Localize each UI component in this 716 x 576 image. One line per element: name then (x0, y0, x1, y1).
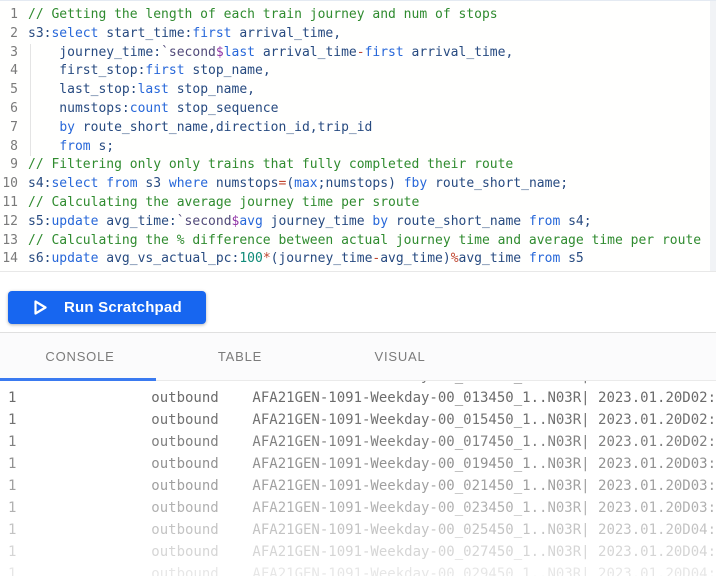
line-number: 9 (0, 156, 18, 175)
result-tabs: CONSOLE TABLE VISUAL (0, 332, 716, 381)
console-row: 1 outbound AFA21GEN-1091-Weekday-00_0254… (8, 519, 716, 541)
code-line: 4 first_stop:first stop_name, (0, 62, 716, 81)
tab-visual-label: VISUAL (374, 349, 425, 364)
line-number: 2 (0, 25, 18, 44)
tab-table-label: TABLE (218, 349, 262, 364)
code-line: 14s6:update avg_vs_actual_pc:100*(journe… (0, 250, 716, 269)
line-number: 1 (0, 6, 18, 25)
code-line: 1// Getting the length of each train jou… (0, 6, 716, 25)
console-output[interactable]: 1 outbound AFA21GEN-1091-Weekday-00_0114… (0, 381, 716, 576)
console-row: 1 outbound AFA21GEN-1091-Weekday-00_0194… (8, 453, 716, 475)
code-line: 7 by route_short_name,direction_id,trip_… (0, 119, 716, 138)
code-line: 10s4:select from s3 where numstops=(max;… (0, 175, 716, 194)
run-scratchpad-button[interactable]: Run Scratchpad (8, 291, 206, 324)
line-number: 10 (0, 175, 18, 194)
console-row: 1 outbound AFA21GEN-1091-Weekday-00_0134… (8, 387, 716, 409)
action-bar: Run Scratchpad (0, 272, 716, 332)
editor-scrollbar[interactable] (710, 1, 716, 271)
line-number: 7 (0, 119, 18, 138)
line-number: 12 (0, 213, 18, 232)
play-icon (34, 300, 47, 315)
console-row: 1 outbound AFA21GEN-1091-Weekday-00_0234… (8, 497, 716, 519)
code-line: 9// Filtering only only trains that full… (0, 156, 716, 175)
tab-console[interactable]: CONSOLE (0, 333, 160, 380)
line-number: 14 (0, 250, 18, 269)
console-row: 1 outbound AFA21GEN-1091-Weekday-00_0294… (8, 563, 716, 576)
run-scratchpad-label: Run Scratchpad (64, 299, 182, 316)
code-line: 2s3:select start_time:first arrival_time… (0, 25, 716, 44)
code-line: 6 numstops:count stop_sequence (0, 100, 716, 119)
code-lines: 1// Getting the length of each train jou… (0, 6, 716, 269)
line-number: 5 (0, 81, 18, 100)
console-row-partial: 1 outbound AFA21GEN-1091-Weekday-00_0114… (8, 381, 716, 387)
code-line: 13// Calculating the % difference betwee… (0, 232, 716, 251)
console-row: 1 outbound AFA21GEN-1091-Weekday-00_0174… (8, 431, 716, 453)
console-partial-row-clip: 1 outbound AFA21GEN-1091-Weekday-00_0114… (8, 381, 716, 387)
code-line: 8 from s; (0, 138, 716, 157)
line-number: 4 (0, 62, 18, 81)
tab-table[interactable]: TABLE (160, 333, 320, 380)
tab-visual[interactable]: VISUAL (320, 333, 480, 380)
line-number: 8 (0, 138, 18, 157)
code-line: 11// Calculating the average journey tim… (0, 194, 716, 213)
line-number: 11 (0, 194, 18, 213)
console-row: 1 outbound AFA21GEN-1091-Weekday-00_0214… (8, 475, 716, 497)
line-number: 3 (0, 44, 18, 63)
line-number: 13 (0, 232, 18, 251)
console-rows: 1 outbound AFA21GEN-1091-Weekday-00_0134… (8, 387, 716, 576)
console-row: 1 outbound AFA21GEN-1091-Weekday-00_0274… (8, 541, 716, 563)
code-line: 12s5:update avg_time:`second$avg journey… (0, 213, 716, 232)
code-line: 5 last_stop:last stop_name, (0, 81, 716, 100)
tab-console-label: CONSOLE (45, 349, 114, 364)
console-row: 1 outbound AFA21GEN-1091-Weekday-00_0154… (8, 409, 716, 431)
code-line: 3 journey_time:`second$last arrival_time… (0, 44, 716, 63)
line-number: 6 (0, 100, 18, 119)
code-editor[interactable]: 1// Getting the length of each train jou… (0, 0, 716, 272)
